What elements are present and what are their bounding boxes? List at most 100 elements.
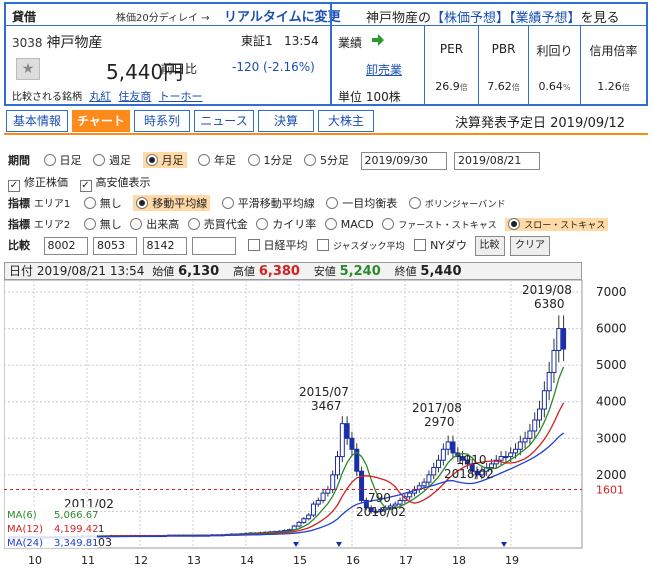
tab-chart[interactable]: チャート xyxy=(72,110,130,132)
compare-code-input[interactable]: 8002 xyxy=(43,237,88,255)
tab-timeseries[interactable]: 時系列 xyxy=(134,110,190,132)
indicator1-option[interactable]: 一目均衡表 xyxy=(326,195,397,211)
peak-annotation-date: 2017/08 xyxy=(412,401,462,415)
adjusted-check[interactable]: ✓ 修正株価 xyxy=(8,174,68,192)
period-option[interactable]: 1分足 xyxy=(247,152,293,168)
radio-icon[interactable] xyxy=(247,154,260,166)
indicator2-option[interactable]: ファースト・ストキャス xyxy=(382,218,497,231)
radio-icon[interactable] xyxy=(221,197,234,209)
stat-header: PBR xyxy=(491,42,516,56)
radio-icon[interactable] xyxy=(83,197,96,209)
checkbox-checked-icon[interactable]: ✓ xyxy=(8,180,20,192)
candle-body xyxy=(306,514,312,520)
date-from-input[interactable]: 2019/09/30 xyxy=(360,152,447,170)
stat-value: 1.26倍 xyxy=(597,80,630,93)
radio-selected-icon[interactable] xyxy=(136,197,149,209)
candle-body xyxy=(344,423,350,439)
tab-basic-info[interactable]: 基本情報 xyxy=(6,110,68,132)
indicator1-option[interactable]: ボリンジャーバンド xyxy=(408,197,506,210)
period-option[interactable]: 日足 xyxy=(43,152,82,168)
radio-icon[interactable] xyxy=(43,154,56,166)
stock-forecast-link[interactable]: 【株価予想】 xyxy=(431,11,509,26)
peak-annotation-date: 2018/02 xyxy=(444,467,494,481)
y-tick-label: 2000 xyxy=(596,468,627,482)
tab-shareholders[interactable]: 大株主 xyxy=(318,110,374,132)
nikkei-check[interactable]: 日経平均 xyxy=(247,237,308,253)
candle-body xyxy=(512,448,518,454)
candle-body xyxy=(541,390,547,410)
candle-body xyxy=(421,481,427,487)
compare-code-input[interactable]: 8142 xyxy=(142,237,187,255)
nydow-check[interactable]: NYダウ xyxy=(414,237,467,253)
checkbox-checked-icon[interactable]: ✓ xyxy=(79,180,92,192)
indicator2-option[interactable]: 無し xyxy=(83,216,122,232)
checkbox-icon[interactable] xyxy=(317,239,329,251)
stock-name: 神戸物産 xyxy=(46,35,103,51)
candle-body xyxy=(397,499,403,505)
radio-icon[interactable] xyxy=(382,218,395,230)
candle-body xyxy=(407,492,413,498)
indicator2-option[interactable]: 売買代金 xyxy=(187,216,248,232)
indicator2-option[interactable]: MACD xyxy=(324,218,374,231)
date-to-input[interactable]: 2019/08/21 xyxy=(454,152,540,170)
candle-body xyxy=(301,518,307,523)
candle-body xyxy=(445,441,451,450)
favorite-star-icon[interactable]: ★ xyxy=(16,58,40,80)
radio-icon[interactable] xyxy=(408,197,421,209)
candle-body xyxy=(440,448,446,461)
period-option[interactable]: 週足 xyxy=(93,152,131,168)
period-option[interactable]: 年足 xyxy=(198,152,236,168)
radio-icon[interactable] xyxy=(130,218,143,230)
diff-value: -120 (-2.16%) xyxy=(232,60,315,74)
high-label: 高値 xyxy=(233,265,256,278)
candle-body xyxy=(426,474,432,483)
radio-icon[interactable] xyxy=(83,218,96,230)
compare-code-input[interactable] xyxy=(192,237,236,255)
y-tick-label: 3000 xyxy=(596,431,627,445)
compare-button[interactable]: 比較 xyxy=(474,236,505,256)
radio-icon[interactable] xyxy=(326,197,339,209)
period-option[interactable]: 5分足 xyxy=(304,152,349,168)
radio-selected-icon[interactable] xyxy=(145,154,158,166)
tab-earnings[interactable]: 決算 xyxy=(258,110,314,132)
earnings-forecast-link[interactable]: 【業績予想】 xyxy=(509,11,581,26)
candle-body xyxy=(527,430,533,439)
price-chart[interactable]: 20003000400050006000700010 11 12 13 14 15 16 17… xyxy=(4,280,648,570)
forecast-links: 神戸物産の【株価予想】【業績予想】を見る xyxy=(366,7,620,26)
radio-icon[interactable] xyxy=(324,218,337,230)
radio-selected-icon[interactable] xyxy=(508,218,521,230)
compared-stocks: 比較される銘柄 丸紅 住友商 トーホー xyxy=(12,88,203,104)
indicator1-option[interactable]: 平滑移動平均線 xyxy=(221,195,315,211)
indicator2-option[interactable]: カイリ率 xyxy=(256,216,316,232)
period-option-selected[interactable]: 月足 xyxy=(142,152,187,168)
candle-body xyxy=(296,521,302,527)
ma-legend-name: MA(12) xyxy=(7,524,43,535)
compare-link-marubeni[interactable]: 丸紅 xyxy=(89,90,111,103)
tab-news[interactable]: ニュース xyxy=(194,110,254,132)
jasdaq-check[interactable]: ジャスダック平均 xyxy=(317,239,405,252)
candle-body xyxy=(561,328,567,350)
candle-body xyxy=(517,441,523,450)
radio-icon[interactable] xyxy=(93,154,105,166)
checkbox-icon[interactable] xyxy=(414,239,427,251)
industry-link[interactable]: 卸売業 xyxy=(366,61,402,78)
clear-button[interactable]: クリア xyxy=(510,236,551,256)
radio-icon[interactable] xyxy=(304,154,316,166)
radio-icon[interactable] xyxy=(187,218,200,230)
candle-body xyxy=(498,456,504,461)
radio-icon[interactable] xyxy=(198,154,210,166)
indicator2-option[interactable]: 出来高 xyxy=(130,216,179,232)
high-low-check[interactable]: ✓ 高安値表示 xyxy=(79,174,151,192)
open-label: 始値 xyxy=(152,265,175,278)
peak-annotation-value: 3467 xyxy=(311,399,342,413)
compare-code-input[interactable]: 8053 xyxy=(93,237,137,255)
peak-annotation-value: 790 xyxy=(368,491,391,505)
indicator1-option[interactable]: 無し xyxy=(83,195,122,211)
checkbox-icon[interactable] xyxy=(247,239,260,251)
radio-icon[interactable] xyxy=(256,218,269,230)
indicator2-option-selected[interactable]: スロー・ストキャス xyxy=(505,218,609,231)
ma-legend-value: 5,066.67 xyxy=(54,510,99,521)
compare-link-toho[interactable]: トーホー xyxy=(159,90,203,103)
indicator1-option-selected[interactable]: 移動平均線 xyxy=(133,195,211,211)
compare-link-sumitomo[interactable]: 住友商 xyxy=(118,90,151,103)
